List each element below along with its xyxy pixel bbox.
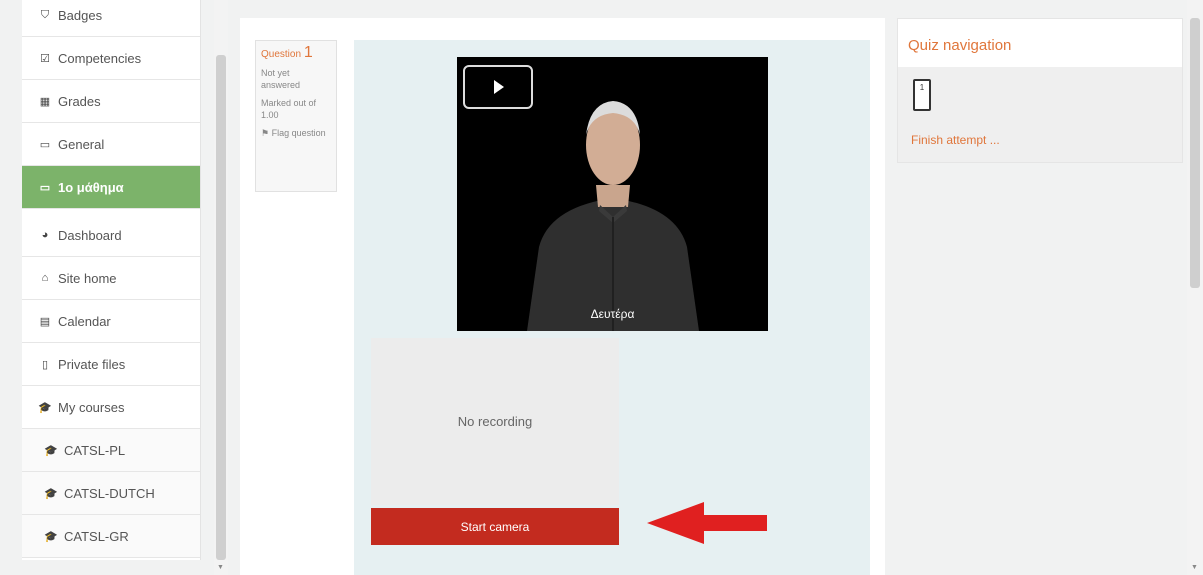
- question-nav-button[interactable]: 1: [913, 79, 931, 111]
- play-icon: [494, 80, 504, 94]
- sidebar-item-catsl-dutch[interactable]: 🎓 CATSL-DUTCH: [22, 472, 200, 515]
- scroll-down-icon[interactable]: ▼: [1191, 564, 1198, 571]
- sidebar-item-label: 1ο μάθημα: [58, 179, 124, 195]
- sidebar-item-grades[interactable]: ▦ Grades: [22, 80, 200, 123]
- home-icon: ⌂: [41, 272, 49, 284]
- sidebar-item-label: Competencies: [58, 50, 142, 66]
- graduation-cap-icon: 🎓: [44, 487, 58, 500]
- quiz-navigation-title: Quiz navigation: [908, 37, 1012, 54]
- sidebar-item-label: Site home: [58, 270, 117, 286]
- sidebar-item-calendar[interactable]: ▤ Calendar: [22, 300, 200, 343]
- flag-question-link[interactable]: ⚑ Flag question: [261, 127, 331, 139]
- play-button[interactable]: [463, 65, 533, 109]
- file-icon: ▯: [41, 358, 49, 371]
- question-nav-number: 1: [919, 83, 925, 92]
- sidebar-item-label: Calendar: [58, 313, 111, 329]
- shield-icon: ⛉: [40, 8, 50, 21]
- graduation-cap-icon: 🎓: [44, 444, 58, 457]
- sidebar-item-lesson-1[interactable]: ▭ 1ο μάθημα: [22, 166, 200, 209]
- sidebar-item-label: Badges: [58, 7, 103, 23]
- checkbox-icon: ☑: [40, 52, 50, 65]
- sidebar-item-my-courses[interactable]: 🎓 My courses: [22, 386, 200, 429]
- sidebar-item-catsl-pl[interactable]: 🎓 CATSL-PL: [22, 429, 200, 472]
- sidebar-item-general[interactable]: ▭ General: [22, 123, 200, 166]
- recording-status: No recording: [457, 414, 533, 429]
- flag-label: Flag question: [271, 128, 326, 138]
- graduation-cap-icon: 🎓: [38, 401, 52, 414]
- question-number-value: 1: [303, 44, 313, 61]
- scroll-down-icon[interactable]: ▼: [217, 564, 224, 571]
- question-status: Not yet answered: [261, 68, 301, 90]
- folder-icon: ▭: [39, 138, 51, 151]
- calendar-icon: ▤: [39, 315, 51, 328]
- video-caption: Δευτέρα: [590, 307, 635, 321]
- sidebar-item-label: General: [58, 136, 105, 152]
- graduation-cap-icon: 🎓: [44, 530, 58, 543]
- quiz-navigation-block: Quiz navigation 1 Finish attempt ...: [897, 18, 1183, 163]
- quiz-navigation-body: 1 Finish attempt ...: [898, 67, 1182, 162]
- sidebar-item-label: My courses: [58, 399, 125, 415]
- scrollbar-thumb[interactable]: [1190, 18, 1200, 288]
- question-info: Question 1 Not yet answered Marked out o…: [255, 40, 337, 192]
- sidebar-item-label: CATSL-PL: [64, 442, 126, 458]
- sidebar-item-label: Grades: [58, 93, 101, 109]
- scrollbar-thumb[interactable]: [216, 55, 226, 560]
- question-marks: Marked out of 1.00: [261, 98, 317, 120]
- dashboard-icon: ◕: [41, 229, 49, 241]
- flag-icon: ⚑: [261, 128, 270, 138]
- folder-icon: ▭: [39, 181, 51, 194]
- sidebar-item-badges[interactable]: ⛉ Badges: [22, 0, 200, 37]
- sidebar-scrollbar[interactable]: ▼: [214, 0, 228, 575]
- sidebar-item-competencies[interactable]: ☑ Competencies: [22, 37, 200, 80]
- question-label: Question: [261, 49, 302, 60]
- finish-attempt-link[interactable]: Finish attempt ...: [911, 133, 1000, 147]
- table-icon: ▦: [39, 95, 51, 108]
- sidebar-nav: ⛉ Badges ☑ Competencies ▦ Grades ▭ General ▭…: [22, 0, 201, 560]
- page-scrollbar[interactable]: ▼: [1187, 0, 1203, 575]
- sidebar-item-label: Private files: [58, 356, 126, 372]
- start-camera-button[interactable]: Start camera: [371, 508, 619, 545]
- sidebar-item-catsl-gr[interactable]: 🎓 CATSL-GR: [22, 515, 200, 558]
- sidebar-item-site-home[interactable]: ⌂ Site home: [22, 257, 200, 300]
- question-number: Question 1: [261, 44, 331, 61]
- sidebar-item-dashboard[interactable]: ◕ Dashboard: [22, 214, 200, 257]
- sidebar-item-label: CATSL-GR: [64, 528, 129, 544]
- sidebar-item-private-files[interactable]: ▯ Private files: [22, 343, 200, 386]
- red-arrow-icon: [647, 502, 767, 544]
- sidebar-item-label: CATSL-DUTCH: [64, 485, 155, 501]
- sidebar-item-label: Dashboard: [58, 227, 122, 243]
- recording-preview: No recording: [371, 338, 619, 505]
- sign-language-video[interactable]: Δευτέρα: [457, 57, 768, 331]
